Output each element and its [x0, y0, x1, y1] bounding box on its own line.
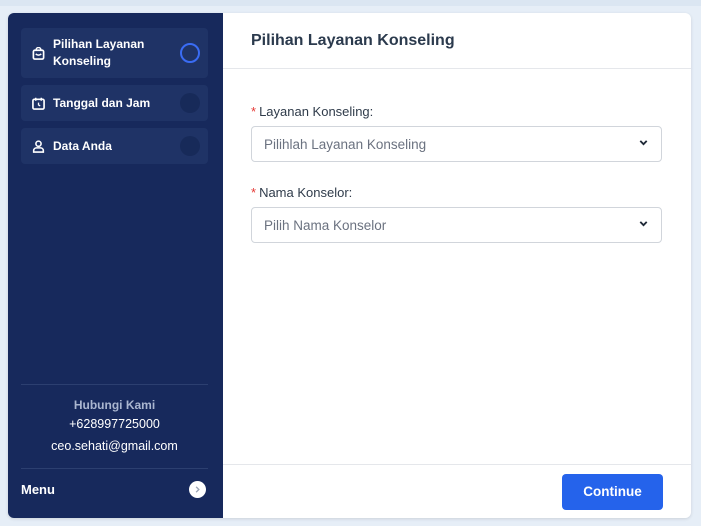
select-placeholder: Pilihlah Layanan Konseling	[264, 136, 427, 152]
step-tanggal-jam[interactable]: Tanggal dan Jam	[21, 85, 208, 121]
step-list: Pilihan Layanan Konseling Tanggal dan Ja…	[21, 28, 208, 171]
contact-info: Hubungi Kami +628997725000 ceo.sehati@gm…	[21, 384, 208, 457]
shopping-bag-icon	[31, 46, 45, 60]
required-mark: *	[251, 185, 257, 200]
contact-email: ceo.sehati@gmail.com	[51, 439, 178, 453]
field-label: * Layanan Konseling:	[251, 103, 662, 120]
contact-phone: +628997725000	[69, 417, 160, 431]
nama-konselor-select[interactable]: Pilih Nama Konselor	[251, 207, 662, 243]
field-nama-konselor: * Nama Konselor: Pilih Nama Konselor	[251, 184, 662, 243]
calendar-clock-icon	[31, 96, 45, 110]
step-label: Tanggal dan Jam	[53, 95, 151, 110]
main-panel: Pilihan Layanan Konseling * Layanan Konse…	[223, 13, 691, 518]
label-text: Nama Konselor:	[259, 185, 353, 200]
step-status-indicator	[180, 136, 200, 156]
menu-label: Menu	[21, 482, 55, 497]
user-icon	[31, 139, 45, 153]
layanan-konseling-select[interactable]: Pilihlah Layanan Konseling	[251, 126, 662, 162]
step-label: Data Anda	[53, 138, 112, 153]
step-data-anda[interactable]: Data Anda	[21, 128, 208, 164]
form-footer: Continue	[223, 464, 691, 518]
top-strip	[0, 0, 701, 6]
chevron-down-icon	[638, 135, 649, 153]
main-header: Pilihan Layanan Konseling	[223, 13, 691, 69]
field-label: * Nama Konselor:	[251, 184, 662, 201]
required-mark: *	[251, 104, 257, 119]
step-status-indicator	[180, 93, 200, 113]
contact-title: Hubungi Kami	[73, 398, 156, 412]
step-status-indicator	[180, 43, 200, 63]
page-title: Pilihan Layanan Konseling	[251, 31, 455, 49]
chevron-down-icon	[638, 216, 649, 234]
continue-button[interactable]: Continue	[562, 473, 663, 510]
service-form: * Layanan Konseling: Pilihlah Layanan Kon…	[251, 103, 662, 265]
field-layanan-konseling: * Layanan Konseling: Pilihlah Layanan Kon…	[251, 103, 662, 162]
booking-card: Pilihan Layanan Konseling Tanggal dan Ja…	[8, 13, 691, 518]
step-pilihan-layanan[interactable]: Pilihan Layanan Konseling	[21, 28, 208, 78]
chevron-right-icon[interactable]	[189, 481, 206, 498]
menu-toggle[interactable]: Menu	[21, 468, 208, 510]
label-text: Layanan Konseling:	[259, 104, 374, 119]
step-label: Pilihan Layanan Konseling	[53, 37, 145, 68]
select-placeholder: Pilih Nama Konselor	[264, 217, 387, 233]
sidebar: Pilihan Layanan Konseling Tanggal dan Ja…	[8, 13, 223, 518]
